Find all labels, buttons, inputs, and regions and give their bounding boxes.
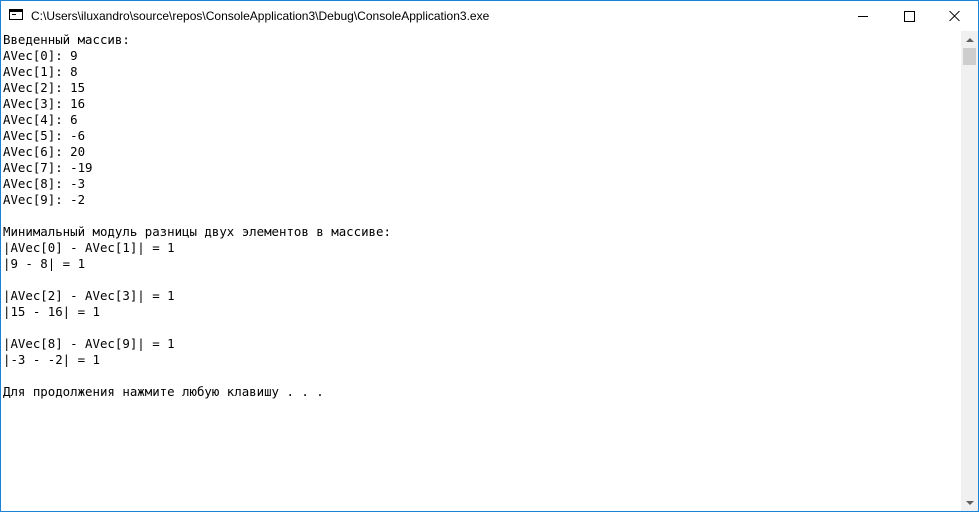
- console-line: Для продолжения нажмите любую клавишу . …: [3, 384, 324, 399]
- scroll-down-button[interactable]: [961, 494, 978, 511]
- console-line: AVec[0]: 9: [3, 48, 78, 63]
- console-line: |-3 - -2| = 1: [3, 352, 100, 367]
- title-bar[interactable]: C:\Users\iluxandro\source\repos\ConsoleA…: [1, 1, 978, 31]
- console-line: Минимальный модуль разницы двух элементо…: [3, 224, 391, 239]
- console-line: |AVec[8] - AVec[9]| = 1: [3, 336, 175, 351]
- console-line: AVec[6]: 20: [3, 144, 86, 159]
- console-line: AVec[2]: 15: [3, 80, 86, 95]
- maximize-button[interactable]: [886, 1, 932, 31]
- close-icon: [949, 10, 961, 22]
- console-app-icon[interactable]: [9, 9, 23, 20]
- console-line: |9 - 8| = 1: [3, 256, 86, 271]
- console-line: AVec[5]: -6: [3, 128, 86, 143]
- console-line: AVec[9]: -2: [3, 192, 86, 207]
- console-line: AVec[8]: -3: [3, 176, 86, 191]
- minimize-button[interactable]: [840, 1, 886, 31]
- console-line: AVec[7]: -19: [3, 160, 93, 175]
- console-line: |AVec[2] - AVec[3]| = 1: [3, 288, 175, 303]
- console-output-area[interactable]: Введенный массив: AVec[0]: 9 AVec[1]: 8 AVe…: [1, 31, 961, 511]
- minimize-icon: [858, 15, 868, 17]
- console-line: AVec[4]: 6: [3, 112, 78, 127]
- scroll-thumb[interactable]: [963, 48, 976, 65]
- scroll-up-arrow-icon: [965, 37, 974, 42]
- scroll-down-arrow-icon: [965, 500, 974, 505]
- scroll-up-button[interactable]: [961, 31, 978, 48]
- vertical-scrollbar[interactable]: [961, 31, 978, 511]
- console-line: AVec[3]: 16: [3, 96, 86, 111]
- window-title: C:\Users\iluxandro\source\repos\ConsoleA…: [31, 9, 490, 23]
- console-line: AVec[1]: 8: [3, 64, 78, 79]
- console-window: C:\Users\iluxandro\source\repos\ConsoleA…: [0, 0, 979, 512]
- console-output-text: Введенный массив: AVec[0]: 9 AVec[1]: 8 AVe…: [3, 32, 391, 400]
- console-line: Введенный массив:: [3, 32, 130, 47]
- maximize-icon: [903, 10, 915, 22]
- console-line: |15 - 16| = 1: [3, 304, 100, 319]
- close-button[interactable]: [932, 1, 978, 31]
- console-line: |AVec[0] - AVec[1]| = 1: [3, 240, 175, 255]
